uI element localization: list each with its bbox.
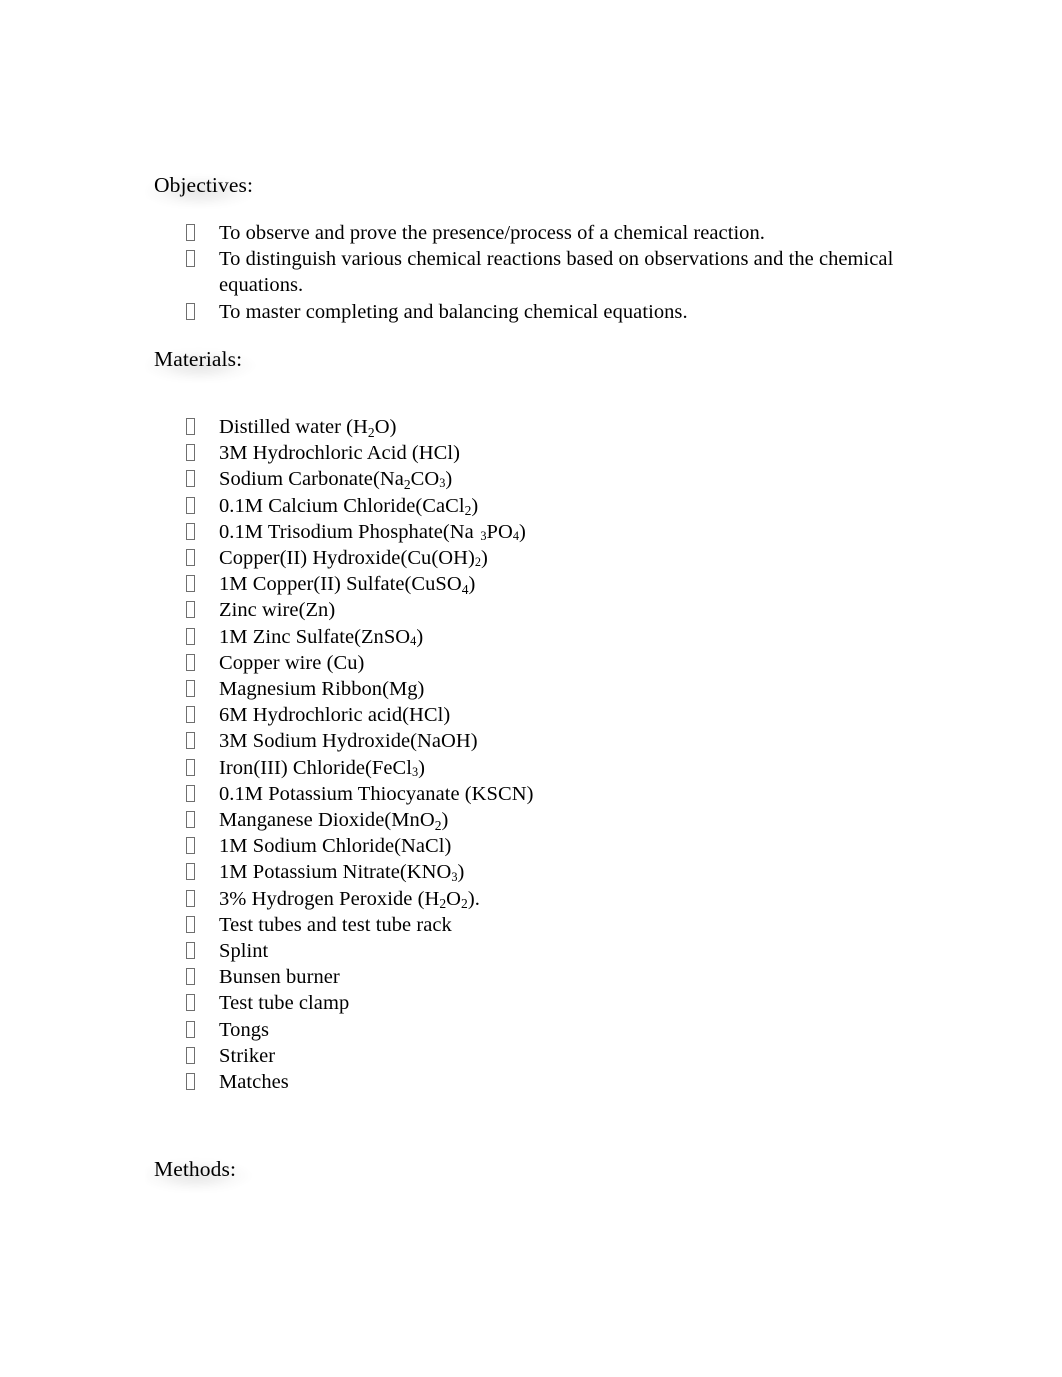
bullet-box-icon <box>186 863 195 881</box>
list-item-label: 0.1M Potassium Thiocyanate (KSCN) <box>219 782 534 805</box>
list-item-label: Copper wire (Cu) <box>219 651 365 674</box>
bullet-box-icon <box>186 418 195 435</box>
list-item: Striker <box>0 1043 1062 1069</box>
list-item: 0.1M Potassium Thiocyanate (KSCN) <box>0 781 1062 807</box>
list-item: 1M Copper(II) Sulfate(CuSO4) <box>0 571 1062 597</box>
list-item-label: Manganese Dioxide(MnO2) <box>219 809 449 833</box>
list-item: To distinguish various chemical reaction… <box>0 246 1062 298</box>
list-item-label: Bunsen burner <box>219 966 340 989</box>
list-item: 1M Potassium Nitrate(KNO3) <box>0 859 1062 885</box>
list-item-label: 1M Potassium Nitrate(KNO3) <box>219 861 465 884</box>
section-heading-objectives: Objectives: <box>146 172 262 208</box>
list-item-label: 6M Hydrochloric acid(HCl) <box>219 704 451 727</box>
list-item-label: 3M Sodium Hydroxide(NaOH) <box>219 730 478 753</box>
bullet-box-icon <box>186 706 195 724</box>
bullet-box-icon <box>186 575 195 593</box>
list-item: Magnesium Ribbon(Mg) <box>0 676 1062 702</box>
list-item: 3% Hydrogen Peroxide (H2O2). <box>0 886 1062 912</box>
list-item: Sodium Carbonate(Na2CO3) <box>0 466 1062 492</box>
bullet-box-icon <box>186 302 195 320</box>
list-item-label: Splint <box>219 940 269 963</box>
list-item: Splint <box>0 938 1062 964</box>
bullet-box-icon <box>186 758 195 776</box>
document-page: Objectives: To observe and prove the pre… <box>0 0 1062 1377</box>
bullet-box-icon <box>186 942 195 960</box>
list-item-label: Iron(III) Chloride(FeCl3) <box>219 756 426 779</box>
list-item: Copper wire (Cu) <box>0 650 1062 676</box>
list-item-label: Tongs <box>219 1018 270 1041</box>
list-item: Test tube clamp <box>0 990 1062 1016</box>
section-heading-materials: Materials: <box>146 346 262 382</box>
list-item-label: To master completing and balancing chemi… <box>219 300 688 323</box>
list-item-label: Distilled water (H2O) <box>219 416 397 440</box>
section-heading-objectives-label: Objectives: <box>154 173 254 197</box>
section-heading-methods: Methods: <box>146 1156 254 1192</box>
list-item: To observe and prove the presence/proces… <box>0 220 1062 246</box>
list-item-label: Sodium Carbonate(Na2CO3) <box>219 468 453 492</box>
list-item-label: 3M Hydrochloric Acid (HCl) <box>219 442 460 465</box>
bullet-box-icon <box>186 889 195 907</box>
list-item: 3M Hydrochloric Acid (HCl) <box>0 440 1062 466</box>
list-item-label: To observe and prove the presence/proces… <box>219 222 765 244</box>
bullet-box-icon <box>186 601 195 619</box>
list-item-label: To distinguish various chemical reaction… <box>219 248 894 297</box>
bullet-box-icon <box>186 811 195 829</box>
list-item-label: 3% Hydrogen Peroxide (H2O2). <box>219 887 480 912</box>
bullet-box-icon <box>186 496 195 514</box>
list-item: Test tubes and test tube rack <box>0 912 1062 938</box>
list-item-label: Magnesium Ribbon(Mg) <box>219 678 425 701</box>
bullet-box-icon <box>186 549 195 567</box>
bullet-box-icon <box>186 994 195 1012</box>
list-item: To master completing and balancing chemi… <box>0 299 1062 325</box>
list-item-label: Zinc wire(Zn) <box>219 599 336 622</box>
list-item: Iron(III) Chloride(FeCl3) <box>0 755 1062 781</box>
list-item: 0.1M Trisodium Phosphate(Na 3PO4) <box>0 519 1062 545</box>
list-item: Manganese Dioxide(MnO2) <box>0 807 1062 833</box>
list-item-label: Test tubes and test tube rack <box>219 913 452 936</box>
list-item: Zinc wire(Zn) <box>0 597 1062 623</box>
list-item-label: Matches <box>219 1071 289 1094</box>
bullet-box-icon <box>186 627 195 645</box>
bullet-box-icon <box>186 915 195 933</box>
bullet-box-icon <box>186 653 195 671</box>
bullet-box-icon <box>186 522 195 540</box>
list-item: 0.1M Calcium Chloride(CaCl2) <box>0 493 1062 519</box>
list-item: 6M Hydrochloric acid(HCl) <box>0 702 1062 728</box>
list-item: Matches <box>0 1069 1062 1095</box>
bullet-box-icon <box>186 837 195 855</box>
bullet-box-icon <box>186 1046 195 1064</box>
list-item: Tongs <box>0 1017 1062 1043</box>
bullet-box-icon <box>186 1073 195 1091</box>
list-item-label: Copper(II) Hydroxide(Cu(OH)2) <box>219 547 488 570</box>
list-item-label: Test tube clamp <box>219 992 350 1015</box>
list-item: Copper(II) Hydroxide(Cu(OH)2) <box>0 545 1062 571</box>
list-item-label: 0.1M Calcium Chloride(CaCl2) <box>219 494 479 519</box>
list-item: 1M Zinc Sulfate(ZnSO4) <box>0 624 1062 650</box>
bullet-box-icon <box>186 1020 195 1038</box>
list-item: Bunsen burner <box>0 964 1062 990</box>
list-item: 3M Sodium Hydroxide(NaOH) <box>0 728 1062 754</box>
list-item: Distilled water (H2O) <box>0 414 1062 440</box>
bullet-box-icon <box>186 470 195 488</box>
list-item: 1M Sodium Chloride(NaCl) <box>0 833 1062 859</box>
bullet-box-icon <box>186 732 195 750</box>
bullet-box-icon <box>186 444 195 462</box>
bullet-box-icon <box>186 784 195 802</box>
section-heading-methods-label: Methods: <box>154 1157 237 1181</box>
objectives-list: To observe and prove the presence/proces… <box>0 220 1062 325</box>
bullet-box-icon <box>186 968 195 986</box>
list-item-label: 0.1M Trisodium Phosphate(Na 3PO4) <box>219 520 526 543</box>
list-item-label: 1M Zinc Sulfate(ZnSO4) <box>219 625 424 648</box>
bullet-box-icon <box>186 224 195 241</box>
bullet-box-icon <box>186 680 195 698</box>
list-item-label: 1M Sodium Chloride(NaCl) <box>219 835 452 858</box>
materials-list: Distilled water (H2O) 3M Hydrochloric Ac… <box>0 414 1062 1095</box>
list-item-label: 1M Copper(II) Sulfate(CuSO4) <box>219 573 476 597</box>
section-heading-materials-label: Materials: <box>154 347 243 371</box>
bullet-box-icon <box>186 250 195 268</box>
list-item-label: Striker <box>219 1044 276 1067</box>
